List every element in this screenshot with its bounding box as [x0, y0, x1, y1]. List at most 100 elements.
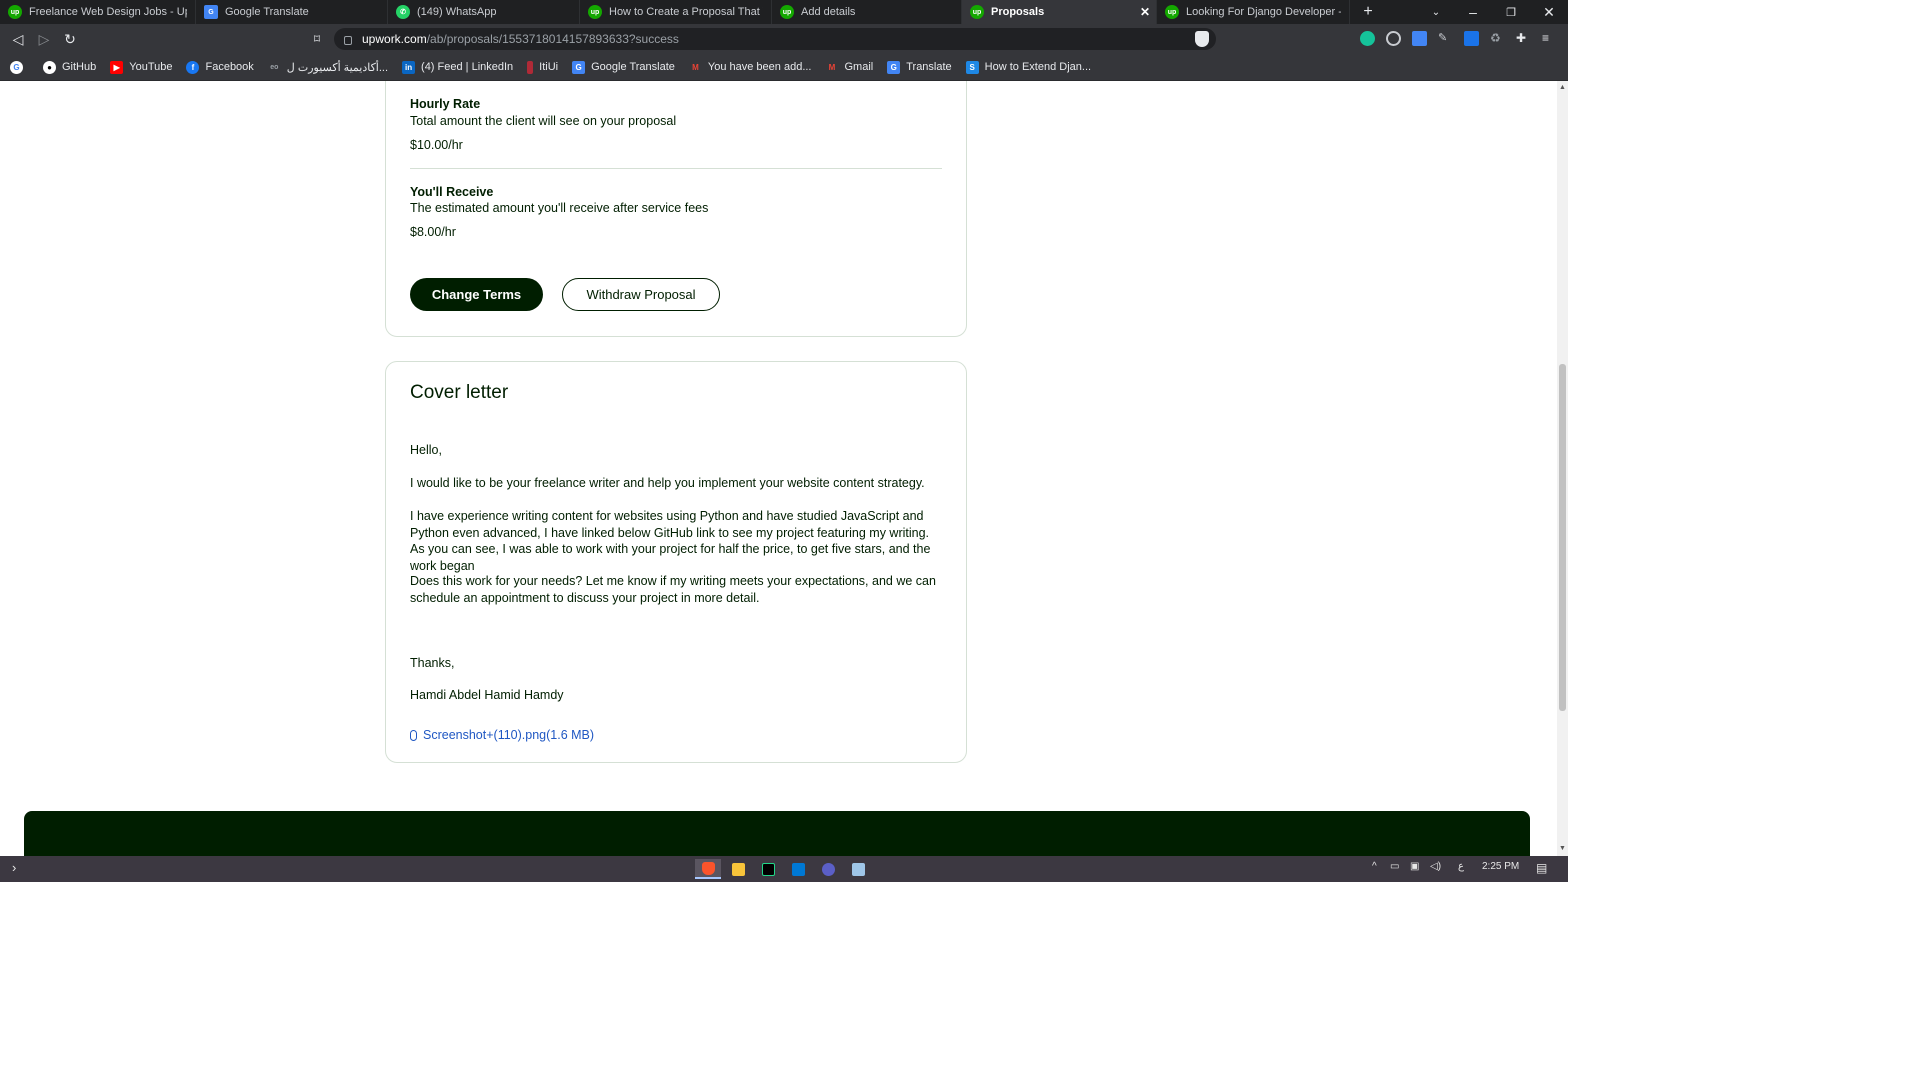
- scroll-thumb[interactable]: [1559, 364, 1566, 711]
- facebook-icon: f: [186, 60, 200, 74]
- bookmark-label: GitHub: [62, 61, 97, 73]
- bookmark-facebook[interactable]: f Facebook: [186, 60, 254, 74]
- bookmark-github[interactable]: ● GitHub: [43, 60, 97, 74]
- address-bar[interactable]: upwork.com/ab/proposals/1553718014157893…: [334, 28, 1216, 50]
- brave-browser-icon[interactable]: [695, 859, 721, 879]
- bookmark-label: Gmail: [844, 61, 874, 73]
- bookmark-label: ItiUi: [539, 61, 559, 73]
- bookmark-itiui[interactable]: ItiUi: [527, 60, 559, 74]
- paperclip-icon: [410, 729, 417, 741]
- bookmark-label: How to Extend Djan...: [984, 61, 1092, 73]
- tab-django-developer[interactable]: up Looking For Django Developer - Web: [1157, 0, 1350, 24]
- whatsapp-icon: ✆: [396, 5, 410, 19]
- scrollbar[interactable]: ▲ ▼: [1557, 81, 1568, 856]
- google-translate-ext-icon[interactable]: [1412, 31, 1427, 46]
- address-path: /ab/proposals/1553718014157893633?succes…: [426, 32, 679, 46]
- scroll-down-icon[interactable]: ▼: [1559, 844, 1566, 854]
- letter-paragraph: Does this work for your needs? Let me kn…: [410, 574, 936, 605]
- hourly-rate-description: Total amount the client will see on your…: [410, 114, 677, 128]
- tab-whatsapp[interactable]: ✆ (149) WhatsApp: [388, 0, 580, 24]
- bookmark-youtube[interactable]: ▶ YouTube: [110, 60, 172, 74]
- file-explorer-icon[interactable]: [725, 859, 751, 879]
- cover-letter-card: Cover letter Hello, I would like to be y…: [385, 361, 967, 763]
- attachment-label: Screenshot+(110).png(1.6 MB): [423, 728, 595, 742]
- receive-description: The estimated amount you'll receive afte…: [410, 201, 709, 215]
- back-icon[interactable]: ◁: [9, 30, 27, 48]
- upwork-icon: up: [8, 5, 22, 19]
- restore-icon[interactable]: ❐: [1502, 0, 1520, 24]
- input-language[interactable]: ع: [1458, 861, 1464, 872]
- google-bookmark[interactable]: G: [10, 60, 29, 74]
- bookmark-label: Google Translate: [591, 61, 675, 73]
- notepad-icon[interactable]: [845, 859, 871, 879]
- network-icon[interactable]: ▣: [1410, 861, 1419, 872]
- tab-create-proposal[interactable]: up How to Create a Proposal That Wins: [580, 0, 772, 24]
- hourly-rate-title: Hourly Rate: [410, 97, 481, 111]
- close-window-icon[interactable]: ✕: [1540, 0, 1558, 24]
- bookmark-gmail-added[interactable]: M You have been add...: [689, 61, 811, 74]
- youtube-icon: ▶: [110, 60, 124, 74]
- upwork-icon: up: [970, 5, 984, 19]
- reload-icon[interactable]: ↻: [61, 30, 79, 48]
- tab-label: Google Translate: [225, 6, 309, 18]
- chevron-right-icon[interactable]: ›: [12, 860, 16, 875]
- tab-search-icon[interactable]: ⌄: [1428, 0, 1444, 24]
- browser-toolbar: ◁ ▷ ↻ ⌑ upwork.com/ab/proposals/15537180…: [0, 24, 1568, 54]
- tab-google-translate[interactable]: G Google Translate: [196, 0, 388, 24]
- tab-label: Freelance Web Design Jobs - Upwork: [29, 6, 187, 18]
- clock[interactable]: 2:25 PM: [1482, 861, 1519, 872]
- bookmark-academy[interactable]: eo أكاديمية أكسيورت ل...: [268, 61, 388, 74]
- tab-proposals[interactable]: up Proposals ✕: [962, 0, 1157, 24]
- bookmark-gmail[interactable]: M Gmail: [825, 61, 874, 74]
- bookmark-label: Facebook: [205, 61, 254, 73]
- github-icon: ●: [43, 60, 56, 74]
- tray-chevron-icon[interactable]: ^: [1372, 861, 1377, 872]
- tab-label: Looking For Django Developer - Web: [1186, 6, 1341, 18]
- letter-closing: Thanks,: [410, 656, 455, 670]
- bookmark-google-translate[interactable]: G Google Translate: [572, 60, 675, 74]
- battery-icon[interactable]: ▭: [1390, 861, 1399, 872]
- divider: [410, 168, 942, 169]
- gmail-icon: M: [828, 62, 836, 72]
- lock-icon: [344, 35, 352, 45]
- extension-circle-icon[interactable]: [1386, 31, 1401, 46]
- letter-greeting: Hello,: [410, 443, 442, 457]
- bookmark-label: (4) Feed | LinkedIn: [421, 61, 514, 73]
- minimize-icon[interactable]: –: [1464, 0, 1482, 24]
- google-translate-icon: G: [887, 60, 901, 74]
- brave-shield-icon[interactable]: [1195, 31, 1209, 47]
- bookmark-extend-django[interactable]: S How to Extend Djan...: [965, 60, 1092, 74]
- menu-icon[interactable]: ≡: [1542, 31, 1557, 46]
- recycle-icon[interactable]: ♻: [1490, 31, 1505, 46]
- letter-signature: Hamdi Abdel Hamid Hamdy: [410, 688, 564, 702]
- grammarly-icon[interactable]: [1360, 31, 1375, 46]
- tab-label: (149) WhatsApp: [417, 6, 497, 18]
- attachment-link[interactable]: Screenshot+(110).png(1.6 MB): [410, 728, 594, 742]
- page-footer: [24, 811, 1530, 856]
- notifications-icon[interactable]: ▤: [1536, 861, 1547, 875]
- pycharm-icon[interactable]: [755, 859, 781, 879]
- pen-icon[interactable]: ✎: [1438, 31, 1453, 46]
- change-terms-button[interactable]: Change Terms: [410, 278, 543, 311]
- withdraw-proposal-button[interactable]: Withdraw Proposal: [562, 278, 720, 311]
- bookmark-translate[interactable]: G Translate: [887, 60, 952, 74]
- bookmark-page-icon[interactable]: ⌑: [308, 30, 326, 48]
- new-tab-icon[interactable]: +: [1358, 0, 1378, 24]
- teams-icon[interactable]: [815, 859, 841, 879]
- trash-extension-icon[interactable]: [1464, 31, 1479, 46]
- address-host: upwork.com: [362, 32, 427, 46]
- google-translate-icon: G: [204, 5, 218, 19]
- close-tab-icon[interactable]: ✕: [1140, 5, 1150, 19]
- google-translate-icon: G: [572, 60, 586, 74]
- vscode-icon[interactable]: [785, 859, 811, 879]
- gmail-icon: M: [692, 62, 699, 72]
- tab-add-details[interactable]: up Add details: [772, 0, 962, 24]
- bookmarks-bar: G ● GitHub ▶ YouTube f Facebook eo أكاديمية …: [0, 54, 1568, 81]
- forward-icon[interactable]: ▷: [35, 30, 53, 48]
- tab-label: Proposals: [991, 6, 1045, 18]
- bookmark-linkedin[interactable]: in (4) Feed | LinkedIn: [402, 60, 514, 74]
- volume-icon[interactable]: ◁): [1430, 861, 1441, 872]
- extensions-puzzle-icon[interactable]: ✚: [1516, 31, 1531, 46]
- tab-freelance-jobs[interactable]: up Freelance Web Design Jobs - Upwork: [0, 0, 196, 24]
- scroll-up-icon[interactable]: ▲: [1559, 83, 1566, 93]
